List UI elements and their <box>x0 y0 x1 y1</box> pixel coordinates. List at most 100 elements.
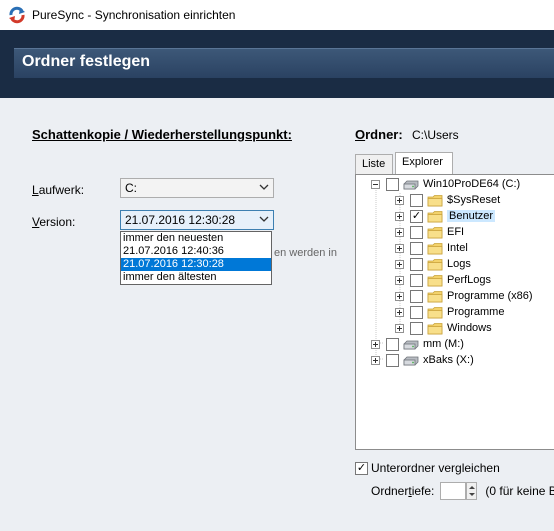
tree-item-label: EFI <box>447 226 465 238</box>
tree-item[interactable]: Programme (x86) <box>395 288 533 304</box>
shadow-copy-title: Schattenkopie / Wiederherstellungspunkt: <box>32 127 292 142</box>
tree-item[interactable]: ✓ Benutzer <box>395 208 496 224</box>
tree-item[interactable]: mm (M:) <box>371 336 464 352</box>
tree-item-label: Logs <box>447 258 471 270</box>
expand-icon[interactable] <box>371 339 380 349</box>
tree-item[interactable]: Windows <box>395 320 492 336</box>
tree-item[interactable]: Programme <box>395 304 504 320</box>
page-title: Ordner festlegen <box>22 53 151 70</box>
tree-item-checkbox[interactable]: ✓ <box>410 209 423 223</box>
main-content: Schattenkopie / Wiederherstellungspunkt:… <box>0 98 554 531</box>
expand-icon[interactable] <box>395 243 404 253</box>
tree-item-label: xBaks (X:) <box>423 354 474 366</box>
version-option[interactable]: immer den neuesten <box>121 232 271 245</box>
folder-icon <box>427 258 443 270</box>
tree-item-checkbox[interactable] <box>410 273 423 287</box>
folder-label-accel: O <box>355 127 366 142</box>
tree-item-checkbox[interactable] <box>386 337 399 351</box>
version-label: Version: <box>32 215 75 229</box>
folder-path: C:\Users <box>412 128 459 142</box>
depth-hint: (0 für keine B <box>485 484 554 498</box>
depth-label-post: iefe: <box>411 484 435 498</box>
subfolders-checkbox[interactable]: ✓ <box>355 461 368 475</box>
title-bar: PureSync - Synchronisation einrichten <box>0 0 554 30</box>
tree-item-checkbox[interactable] <box>386 353 399 367</box>
tab-liste[interactable]: Liste <box>355 154 393 174</box>
tree-item[interactable]: PerfLogs <box>395 272 491 288</box>
drive-label-accel: L <box>32 183 39 197</box>
drive-select[interactable]: C: <box>120 178 274 198</box>
subfolders-option[interactable]: ✓ Unterordner vergleichen <box>355 461 500 475</box>
folder-icon <box>427 242 443 254</box>
page-header: Ordner festlegen <box>0 30 554 98</box>
tree-item-checkbox[interactable] <box>410 193 423 207</box>
version-option[interactable]: immer den ältesten <box>121 271 271 284</box>
version-select[interactable]: 21.07.2016 12:30:28 <box>120 210 274 230</box>
tree-item-checkbox[interactable] <box>410 257 423 271</box>
expand-icon[interactable] <box>395 259 404 269</box>
subfolders-label: Unterordner vergleichen <box>371 461 500 475</box>
drive-select-value: C: <box>125 181 137 195</box>
expand-icon[interactable] <box>371 355 380 365</box>
tree-item-checkbox[interactable] <box>386 177 399 191</box>
depth-label-pre: Ordner <box>371 484 409 498</box>
tree-item[interactable]: $SysReset <box>395 192 500 208</box>
tree-item-checkbox[interactable] <box>410 225 423 239</box>
expand-icon[interactable] <box>395 307 404 317</box>
expand-icon[interactable] <box>395 195 404 205</box>
expand-icon[interactable] <box>395 291 404 301</box>
tree-item-checkbox[interactable] <box>410 305 423 319</box>
expand-icon[interactable] <box>395 227 404 237</box>
partial-hint-text: en werden in <box>274 247 337 259</box>
drive-label-text: aufwerk: <box>38 183 85 197</box>
folder-label-text: rdner: <box>365 127 403 142</box>
version-option-selected[interactable]: 21.07.2016 12:30:28 <box>121 258 271 271</box>
folder-icon <box>427 290 443 302</box>
header-band: Ordner festlegen <box>14 48 554 78</box>
chevron-down-icon <box>259 184 269 190</box>
folder-icon <box>427 194 443 206</box>
drive-icon <box>403 180 419 189</box>
tree-item-label: Programme <box>447 306 505 318</box>
version-label-text: ersion: <box>39 215 76 229</box>
folder-label: Ordner: <box>355 127 403 142</box>
shadow-copy-title-text: Schattenkopie / Wiederherstellungspunkt: <box>32 127 292 142</box>
tree-item-label: Win10ProDE64 (C:) <box>423 178 521 190</box>
version-dropdown-list: immer den neuesten 21.07.2016 12:40:36 2… <box>120 231 272 285</box>
tree-item[interactable]: Intel <box>395 240 468 256</box>
tree-item-checkbox[interactable] <box>410 289 423 303</box>
window-title: PureSync - Synchronisation einrichten <box>32 8 236 22</box>
tab-explorer[interactable]: Explorer <box>395 152 453 175</box>
tree-item[interactable]: xBaks (X:) <box>371 352 474 368</box>
drive-label: Laufwerk: <box>32 183 84 197</box>
folder-icon <box>427 226 443 238</box>
depth-label: Ordnertiefe: <box>371 484 434 498</box>
tree-item-label: Benutzer <box>447 210 496 222</box>
depth-input[interactable] <box>440 482 467 500</box>
tree-item[interactable]: EFI <box>395 224 464 240</box>
tree-item-label: Programme (x86) <box>447 290 533 302</box>
drive-icon <box>403 356 419 365</box>
version-select-value: 21.07.2016 12:30:28 <box>125 213 236 227</box>
tree-item-label: Intel <box>447 242 468 254</box>
drive-icon <box>403 340 419 349</box>
tree-item-label: Windows <box>447 322 492 334</box>
collapse-icon[interactable] <box>371 179 380 189</box>
puresync-logo-icon <box>9 6 25 24</box>
tree-item-label: PerfLogs <box>447 274 492 286</box>
version-option[interactable]: 21.07.2016 12:40:36 <box>121 245 271 258</box>
expand-icon[interactable] <box>395 275 404 285</box>
expand-icon[interactable] <box>395 323 404 333</box>
tree-item-label: mm (M:) <box>423 338 464 350</box>
folder-icon <box>427 210 443 222</box>
tree-item[interactable]: Win10ProDE64 (C:) <box>371 176 520 192</box>
folder-icon <box>427 306 443 318</box>
tree-item-checkbox[interactable] <box>410 321 423 335</box>
tree-item-label: $SysReset <box>447 194 501 206</box>
folder-depth-row: Ordnertiefe: (0 für keine B <box>371 482 554 500</box>
depth-spinner[interactable] <box>466 482 478 500</box>
tree-item[interactable]: Logs <box>395 256 471 272</box>
expand-icon[interactable] <box>395 211 404 221</box>
tree-item-checkbox[interactable] <box>410 241 423 255</box>
folder-tree: Win10ProDE64 (C:) $SysReset ✓ Benutzer EFI In… <box>355 174 554 450</box>
